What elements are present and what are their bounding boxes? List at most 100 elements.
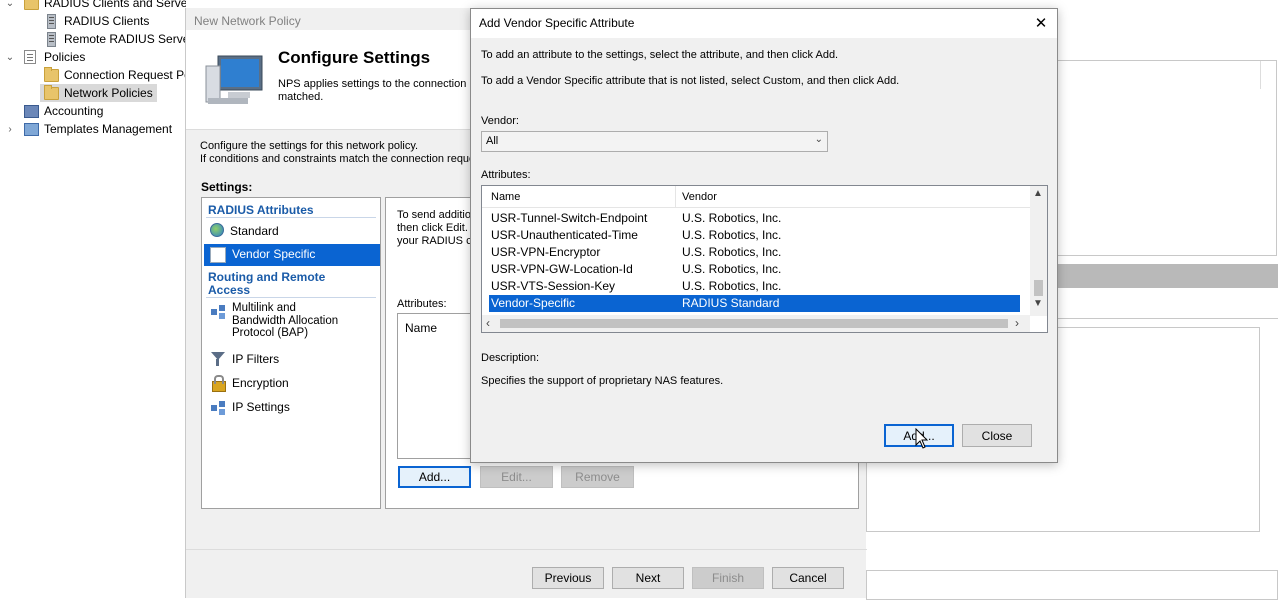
column-header-name[interactable]: Name: [405, 321, 437, 335]
folder-icon: [44, 84, 59, 100]
attribute-name: USR-VTS-Session-Key: [491, 279, 616, 293]
next-button[interactable]: Next: [612, 567, 684, 589]
server-icon: [47, 13, 56, 29]
vertical-scrollbar[interactable]: ▲ ▼: [1030, 186, 1047, 316]
horizontal-scrollbar[interactable]: ‹ ›: [482, 315, 1030, 332]
settings-item-multilink-bap[interactable]: Multilink and Bandwidth Allocation Proto…: [204, 302, 380, 344]
detail-attributes-label: Attributes:: [397, 298, 447, 310]
checklist-icon: [210, 247, 226, 263]
tree-item-policies[interactable]: Policies: [24, 48, 85, 66]
instruction-text-custom: To add a Vendor Specific attribute that …: [481, 75, 900, 87]
attribute-name: USR-VPN-GW-Location-Id: [491, 262, 633, 276]
collapse-chevron-icon[interactable]: ›: [4, 120, 16, 138]
attribute-vendor: U.S. Robotics, Inc.: [682, 211, 782, 225]
tree-item-templates-management[interactable]: Templates Management: [24, 120, 172, 138]
cancel-button[interactable]: Cancel: [772, 567, 844, 589]
server-icon: [47, 31, 56, 47]
intro-text: Configure the settings for this network …: [200, 140, 419, 152]
tree-item-accounting[interactable]: Accounting: [24, 102, 103, 120]
list-item[interactable]: USR-Tunnel-Switch-Endpoint U.S. Robotics…: [489, 210, 1020, 227]
details-pane-top: [1057, 60, 1277, 256]
finish-button[interactable]: Finish: [692, 567, 764, 589]
group-routing-remote-access: Routing and Remote: [208, 270, 326, 284]
detail-description-cont: then click Edit.: [397, 222, 468, 234]
column-header-vendor[interactable]: Vendor: [682, 191, 717, 203]
tree-item-connection-request[interactable]: Connection Request Po: [44, 66, 186, 84]
settings-item-vendor-specific[interactable]: Vendor Specific: [204, 244, 380, 266]
close-icon[interactable]: ✕: [1031, 13, 1051, 33]
description-label: Description:: [481, 352, 540, 364]
tree-item-network-policies[interactable]: Network Policies: [40, 84, 157, 102]
hscrollbar-thumb[interactable]: [500, 319, 1008, 328]
tree-item-radius-clients[interactable]: RADIUS Clients: [44, 12, 149, 30]
globe-icon: [210, 223, 224, 237]
monitor-icon: [205, 55, 263, 104]
scroll-down-icon[interactable]: ▼: [1033, 298, 1043, 309]
header-description: NPS applies settings to the connection: [278, 78, 467, 90]
settings-label: Settings:: [201, 180, 253, 194]
list-item[interactable]: USR-VTS-Session-Key U.S. Robotics, Inc.: [489, 278, 1020, 295]
description-text: Specifies the support of proprietary NAS…: [481, 375, 724, 387]
footer-divider: [186, 549, 867, 550]
group-divider: [206, 217, 376, 218]
dialog-title-bar: Add Vendor Specific Attribute ✕: [471, 9, 1057, 38]
column-header-name[interactable]: Name: [491, 191, 520, 203]
detail-description-cont2: your RADIUS cl: [397, 235, 475, 247]
scroll-left-icon[interactable]: ‹: [486, 316, 490, 330]
console-tree: ⌄ RADIUS Clients and Servers RADIUS Clie…: [0, 0, 186, 592]
add-attribute-button[interactable]: Add...: [398, 466, 471, 488]
vendor-select[interactable]: All ⌄: [481, 131, 828, 152]
list-header: Name Vendor: [482, 186, 1030, 208]
list-item-selected[interactable]: Vendor-Specific RADIUS Standard: [489, 295, 1020, 312]
attribute-vendor: U.S. Robotics, Inc.: [682, 228, 782, 242]
tree-item-radius-clients-servers[interactable]: RADIUS Clients and Servers: [24, 0, 186, 12]
scrollbar-thumb[interactable]: [1034, 280, 1043, 296]
vendor-attributes-list[interactable]: Name Vendor USR-Tunnel-Switch-Endpoint U…: [481, 185, 1048, 333]
remove-attribute-button[interactable]: Remove: [561, 466, 634, 488]
group-routing-remote-access-cont: Access: [208, 283, 251, 297]
vendor-label: Vendor:: [481, 115, 519, 127]
instruction-text: To add an attribute to the settings, sel…: [481, 49, 839, 61]
attribute-name: USR-VPN-Encryptor: [491, 245, 601, 259]
list-item[interactable]: USR-VPN-Encryptor U.S. Robotics, Inc.: [489, 244, 1020, 261]
settings-item-encryption[interactable]: Encryption: [204, 374, 380, 394]
list-item[interactable]: USR-Unauthenticated-Time U.S. Robotics, …: [489, 227, 1020, 244]
network-icon: [210, 399, 226, 415]
dialog-close-button[interactable]: Close: [962, 424, 1032, 447]
add-vendor-specific-attribute-dialog: Add Vendor Specific Attribute ✕ To add a…: [470, 8, 1058, 463]
header-description-cont: matched.: [278, 91, 324, 103]
dialog-title: Add Vendor Specific Attribute: [479, 16, 635, 30]
detail-description: To send additio: [397, 209, 471, 221]
expand-chevron-icon[interactable]: ⌄: [4, 0, 16, 12]
scrollbar[interactable]: [1260, 61, 1276, 89]
attributes-list[interactable]: Name: [397, 313, 477, 459]
previous-button[interactable]: Previous: [532, 567, 604, 589]
lock-icon: [210, 375, 226, 392]
scroll-up-icon[interactable]: ▲: [1033, 188, 1043, 199]
filter-icon: [210, 351, 226, 367]
network-icon: [210, 303, 226, 319]
attribute-vendor: U.S. Robotics, Inc.: [682, 279, 782, 293]
multilink-label-cont: Bandwidth Allocation: [232, 314, 339, 327]
column-separator: [675, 186, 676, 208]
page-heading: Configure Settings: [278, 48, 431, 67]
attribute-name: USR-Tunnel-Switch-Endpoint: [491, 211, 648, 225]
settings-item-ip-settings[interactable]: IP Settings: [204, 398, 380, 418]
list-item[interactable]: USR-VPN-GW-Location-Id U.S. Robotics, In…: [489, 261, 1020, 278]
tree-item-remote-radius-server[interactable]: Remote RADIUS Server: [44, 30, 186, 48]
group-radius-attributes: RADIUS Attributes: [208, 203, 314, 217]
policy-icon: [24, 50, 36, 64]
templates-icon: [24, 122, 39, 136]
intro-text-cont: If conditions and constraints match the …: [200, 153, 481, 165]
edit-attribute-button[interactable]: Edit...: [480, 466, 553, 488]
settings-item-ip-filters[interactable]: IP Filters: [204, 350, 380, 370]
folder-icon: [24, 0, 39, 10]
folder-icon: [44, 66, 59, 82]
attribute-vendor: RADIUS Standard: [682, 296, 780, 310]
attribute-name: Vendor-Specific: [491, 296, 576, 310]
scroll-right-icon[interactable]: ›: [1015, 316, 1019, 330]
settings-item-standard[interactable]: Standard: [204, 222, 380, 242]
attribute-name: USR-Unauthenticated-Time: [491, 228, 638, 242]
expand-chevron-icon[interactable]: ⌄: [4, 48, 16, 66]
wizard-title: New Network Policy: [194, 14, 301, 28]
